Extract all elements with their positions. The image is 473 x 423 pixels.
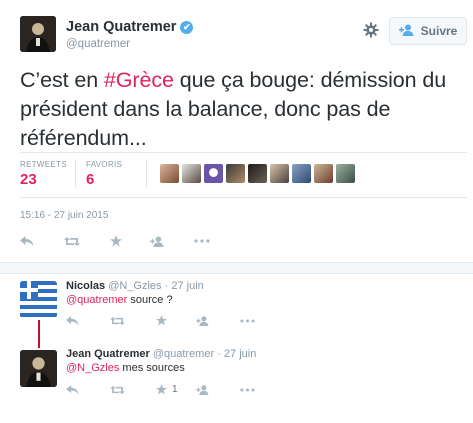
reply-author-name[interactable]: Nicolas	[66, 280, 105, 292]
reply-icon[interactable]	[66, 315, 110, 326]
user-avatar[interactable]	[182, 164, 201, 183]
reply-icon[interactable]	[20, 235, 64, 247]
reply-header: Jean Quatremer @quatremer · 27 juin	[66, 348, 256, 360]
author-avatar[interactable]	[20, 16, 56, 52]
tweet-text: C’est en #Grèce que ça bouge: démission …	[20, 66, 465, 153]
mention-link[interactable]: @quatremer	[66, 294, 127, 306]
favorites-label[interactable]: FAVORIS	[86, 160, 122, 169]
hashtag-link[interactable]: #Grèce	[104, 68, 174, 92]
follow-icon[interactable]	[196, 315, 240, 326]
user-avatar[interactable]	[292, 164, 311, 183]
stats-divider	[75, 160, 76, 188]
reply-body: mes sources	[119, 362, 185, 374]
favorite-icon[interactable]: 1	[156, 384, 196, 395]
reply-avatar[interactable]	[20, 350, 57, 387]
retweets-count[interactable]: 23	[20, 171, 37, 188]
reply-date[interactable]: · 27 juin	[217, 348, 256, 360]
tweet-text-prefix: C’est en	[20, 68, 104, 92]
tweet-actions	[20, 235, 224, 247]
verified-icon: ✔	[180, 21, 194, 34]
reply-author-name[interactable]: Jean Quatremer	[66, 348, 150, 360]
retweet-icon[interactable]	[110, 316, 156, 326]
retweet-icon[interactable]	[110, 385, 156, 395]
divider	[20, 152, 467, 153]
reply-text: @N_Gzles mes sources	[66, 362, 185, 374]
user-avatar[interactable]	[160, 164, 179, 183]
author-handle[interactable]: @quatremer	[66, 38, 130, 50]
reply-author-handle[interactable]: @N_Gzles	[108, 280, 161, 292]
stats-divider	[146, 160, 147, 188]
reply-body: source ?	[127, 294, 173, 306]
reply-actions	[66, 315, 270, 326]
user-avatar[interactable]	[204, 164, 223, 183]
user-avatar[interactable]	[314, 164, 333, 183]
follow-label: Suivre	[420, 24, 458, 38]
reply-text: @quatremer source ?	[66, 294, 173, 306]
favorite-count: 1	[172, 384, 178, 395]
gear-icon[interactable]	[363, 22, 379, 38]
user-avatar[interactable]	[226, 164, 245, 183]
reply-actions: 1	[66, 384, 270, 395]
replies-separator	[0, 262, 473, 274]
retweets-label[interactable]: RETWEETS	[20, 160, 67, 169]
user-avatar[interactable]	[270, 164, 289, 183]
more-icon[interactable]	[194, 239, 224, 243]
favorite-icon[interactable]	[156, 315, 196, 326]
more-icon[interactable]	[240, 319, 270, 323]
follow-button[interactable]: Suivre	[389, 17, 467, 45]
mention-link[interactable]: @N_Gzles	[66, 362, 119, 374]
retweet-icon[interactable]	[64, 236, 110, 247]
favorite-icon[interactable]	[110, 235, 150, 247]
reply-date[interactable]: · 27 juin	[165, 280, 204, 292]
reply-header: Nicolas @N_Gzles · 27 juin	[66, 280, 204, 292]
reply-author-handle[interactable]: @quatremer	[153, 348, 214, 360]
tweet-timestamp[interactable]: 15:16 - 27 juin 2015	[20, 210, 108, 221]
user-avatar[interactable]	[248, 164, 267, 183]
add-user-icon	[398, 24, 415, 39]
favorites-count[interactable]: 6	[86, 171, 94, 188]
follow-icon[interactable]	[196, 384, 240, 395]
author-name[interactable]: Jean Quatremer	[66, 19, 176, 35]
reply-avatar[interactable]	[20, 281, 57, 318]
favoriters-avatars	[160, 164, 355, 183]
more-icon[interactable]	[240, 388, 270, 392]
thread-line	[38, 320, 40, 348]
user-avatar[interactable]	[336, 164, 355, 183]
divider	[20, 197, 467, 198]
follow-icon[interactable]	[150, 235, 194, 247]
author-line: Jean Quatremer ✔	[66, 19, 194, 35]
reply-icon[interactable]	[66, 384, 110, 395]
